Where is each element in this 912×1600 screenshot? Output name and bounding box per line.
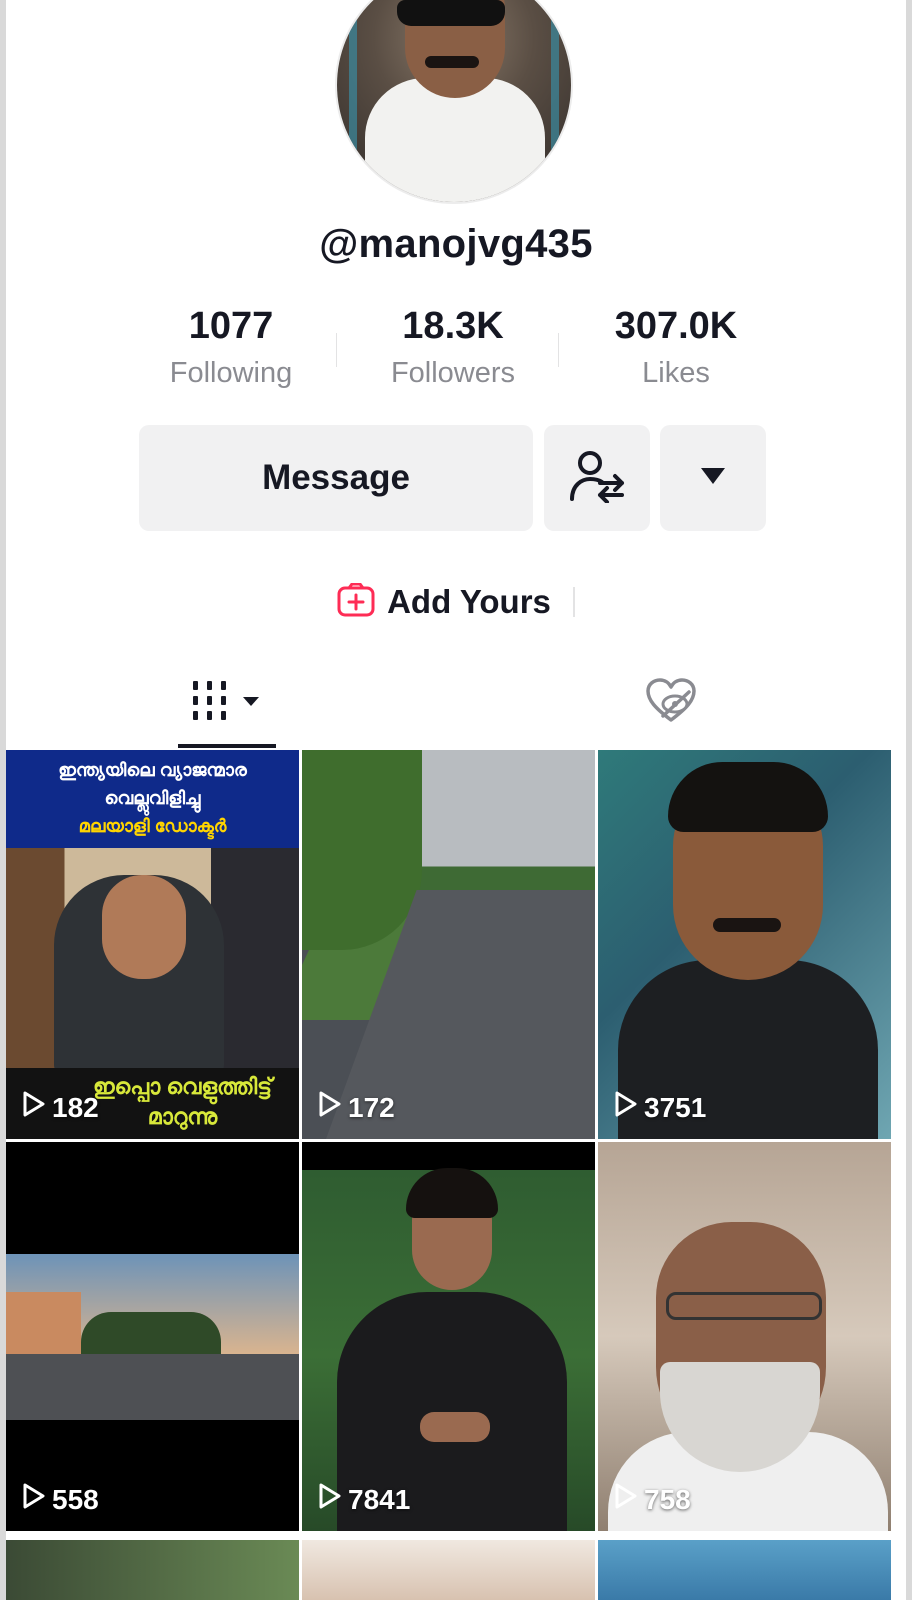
profile-stats: 1077 Following 18.3K Followers 307.0K Li… — [6, 303, 906, 403]
stat-value: 18.3K — [402, 305, 504, 347]
play-outline-icon — [22, 1090, 46, 1125]
play-outline-icon — [318, 1090, 342, 1125]
video-thumbnail[interactable] — [598, 1540, 891, 1600]
view-count-value: 3751 — [644, 1091, 707, 1123]
thumbnail-scene — [302, 1142, 595, 1170]
avatar-mustache — [425, 56, 479, 68]
profile-avatar[interactable] — [337, 0, 571, 202]
view-count: 172 — [318, 1090, 395, 1125]
view-count-value: 758 — [644, 1483, 691, 1515]
thumbnail-scene — [406, 1168, 498, 1218]
message-button[interactable]: Message — [139, 425, 533, 531]
stat-likes[interactable]: 307.0K Likes — [566, 303, 786, 393]
view-count-value: 182 — [52, 1091, 99, 1123]
video-thumbnail[interactable]: 172 — [302, 750, 595, 1139]
stat-label: Following — [169, 357, 293, 389]
thumbnail-scene — [666, 1292, 822, 1320]
video-thumbnail[interactable]: ഇന്ത്യയിലെ വ്യാജന്മാര വെല്ലുവിളിച്ചു മലയ… — [6, 750, 299, 1139]
view-count: 558 — [22, 1482, 99, 1517]
profile-screen: @manojvg435 1077 Following 18.3K Followe… — [6, 0, 906, 1600]
stat-divider — [336, 333, 337, 367]
stat-label: Likes — [642, 357, 710, 389]
username: @manojvg435 — [319, 222, 593, 266]
view-count-value: 558 — [52, 1483, 99, 1515]
content-tabs — [6, 660, 906, 750]
view-count-value: 7841 — [348, 1483, 411, 1515]
view-count: 758 — [614, 1482, 691, 1517]
play-outline-icon — [614, 1482, 638, 1517]
video-thumbnail[interactable] — [6, 1540, 299, 1600]
play-outline-icon — [22, 1482, 46, 1517]
tab-liked[interactable] — [636, 660, 706, 746]
add-yours-divider — [572, 587, 575, 617]
add-yours-label: Add Yours — [387, 583, 551, 620]
avatar-bg-detail — [349, 8, 357, 178]
active-tab-indicator — [178, 744, 276, 748]
view-count: 3751 — [614, 1090, 706, 1125]
thumbnail-person-head — [102, 875, 186, 979]
thumbnail-caption: ഇപ്പൊ വെളുത്തിട്ട് മാറുന്നു — [92, 1074, 273, 1129]
thumbnail-scene — [420, 1412, 490, 1442]
thumbnail-scene — [713, 918, 781, 932]
friend-button[interactable] — [544, 425, 650, 531]
plus-square-icon — [337, 582, 375, 622]
stat-value: 307.0K — [614, 305, 738, 347]
video-thumbnail[interactable] — [302, 1540, 595, 1600]
thumbnail-banner: ഇന്ത്യയിലെ വ്യാജന്മാര വെല്ലുവിളിച്ചു മലയ… — [6, 750, 299, 848]
person-swap-icon — [568, 449, 626, 508]
avatar-sunglasses — [397, 0, 505, 26]
add-yours-link[interactable]: Add Yours — [6, 577, 906, 627]
grid-columns-icon — [191, 679, 263, 728]
stat-value: 1077 — [188, 305, 274, 347]
view-count-value: 172 — [348, 1091, 395, 1123]
caret-down-icon — [700, 467, 726, 490]
stat-divider — [558, 333, 559, 367]
view-count: 182 — [22, 1090, 99, 1125]
tab-videos[interactable] — [178, 660, 276, 746]
video-thumbnail[interactable]: 3751 — [598, 750, 891, 1139]
heart-hidden-icon — [645, 677, 697, 729]
video-thumbnail[interactable]: 7841 — [302, 1142, 595, 1531]
view-count: 7841 — [318, 1482, 410, 1517]
play-outline-icon — [614, 1090, 638, 1125]
avatar-bg-detail — [551, 8, 559, 178]
banner-text: ഇന്ത്യയിലെ വ്യാജന്മാര — [58, 760, 247, 780]
thumbnail-scene — [302, 750, 422, 950]
thumbnail-scene — [6, 1354, 299, 1420]
play-outline-icon — [318, 1482, 342, 1517]
stat-followers[interactable]: 18.3K Followers — [343, 303, 563, 393]
banner-text: വെല്ലുവിളിച്ചു — [104, 788, 201, 808]
video-thumbnail[interactable]: 558 — [6, 1142, 299, 1531]
thumbnail-scene — [668, 762, 828, 832]
video-thumbnail[interactable]: 758 — [598, 1142, 891, 1531]
stat-following[interactable]: 1077 Following — [121, 303, 341, 393]
banner-text: മലയാളി ഡോക്ടർ — [78, 816, 227, 836]
more-options-button[interactable] — [660, 425, 766, 531]
stat-label: Followers — [390, 357, 516, 389]
